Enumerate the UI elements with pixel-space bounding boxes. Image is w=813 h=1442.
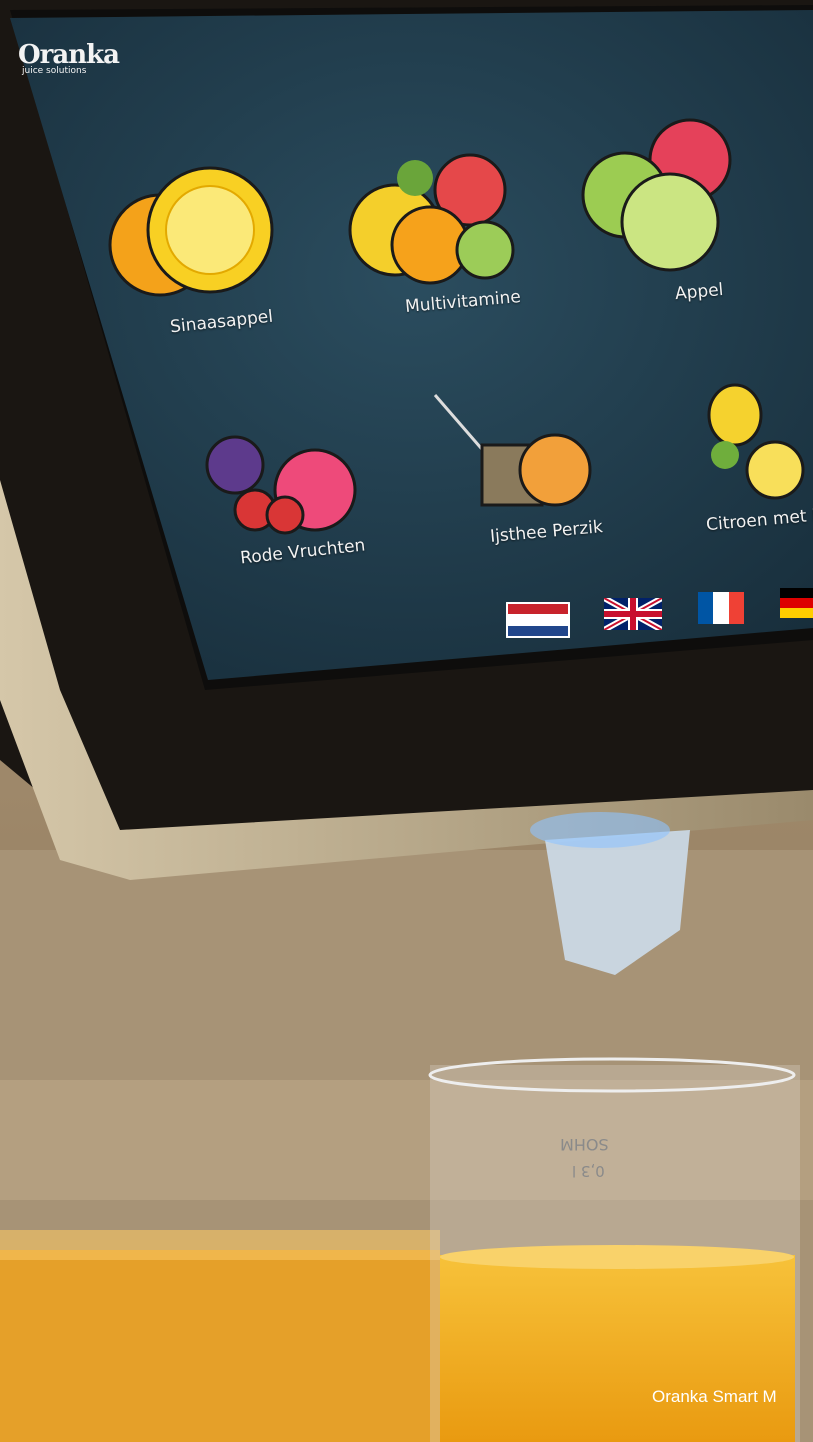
- uk-flag-icon[interactable]: [604, 598, 662, 630]
- french-flag-icon[interactable]: [698, 592, 744, 624]
- product-caption: Oranka Smart M: [652, 1387, 777, 1406]
- glass-brand-mark: SOHM: [560, 1135, 609, 1154]
- german-flag-icon[interactable]: [780, 588, 813, 618]
- brand-logo: Oranka juice solutions: [18, 40, 120, 76]
- glass-volume-mark: 0,3 l: [572, 1162, 605, 1180]
- dutch-flag-icon[interactable]: [506, 602, 570, 638]
- drink-option-appel[interactable]: Appel: [674, 280, 724, 304]
- product-photo: Oranka juice solutions Sinaasappel Multi…: [0, 0, 813, 1442]
- background-photo: [0, 0, 813, 1442]
